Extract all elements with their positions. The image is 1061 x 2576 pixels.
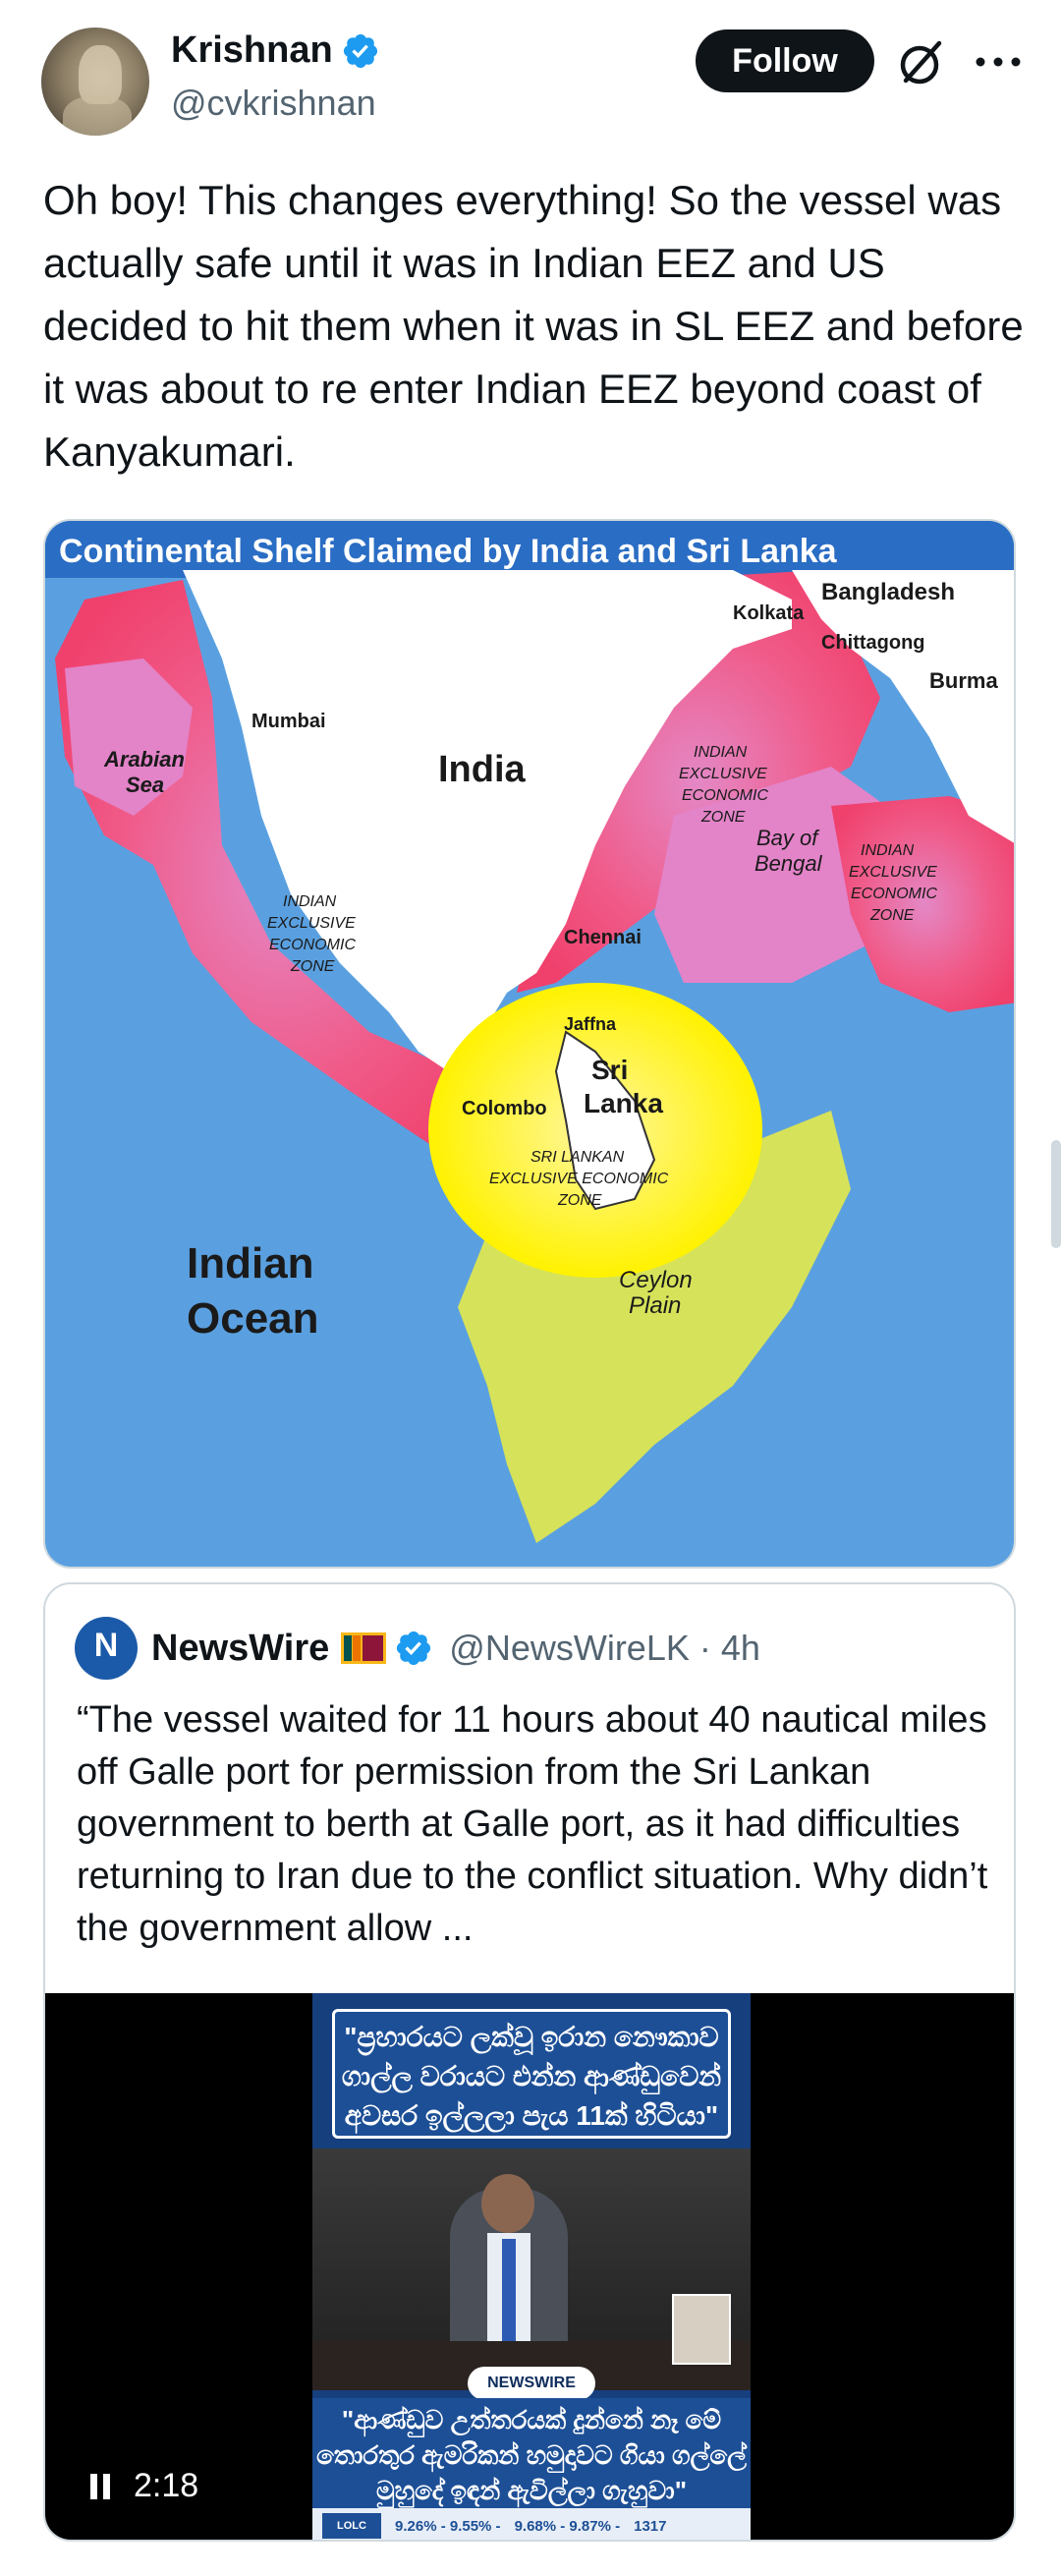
label-eez-far-3: ECONOMIC bbox=[851, 886, 937, 902]
label-arabian-2: Sea bbox=[126, 773, 164, 797]
newswire-avatar[interactable]: N bbox=[75, 1617, 138, 1680]
sign-language-inset bbox=[672, 2294, 731, 2365]
label-eez-far-1: INDIAN bbox=[861, 842, 915, 859]
pause-icon[interactable] bbox=[88, 2472, 112, 2501]
ticker-rate-1: 9.26% - 9.55% - bbox=[395, 2517, 501, 2535]
author-display-name[interactable]: Krishnan bbox=[171, 29, 333, 72]
label-bangladesh: Bangladesh bbox=[821, 579, 955, 605]
label-eez-west-4: ZONE bbox=[290, 958, 335, 975]
label-ceylon-2: Plain bbox=[629, 1292, 681, 1319]
label-arabian-1: Arabian bbox=[103, 747, 185, 772]
scrollbar[interactable] bbox=[1051, 1140, 1061, 1248]
video-caption-top: "ප්‍රහාරයට ලක්වූ ඉරාන නෞකාව ගාල්ල වරායට … bbox=[332, 2009, 731, 2139]
follow-button[interactable]: Follow bbox=[696, 29, 874, 92]
label-sl-eez-2: EXCLUSIVE ECONOMIC bbox=[489, 1171, 669, 1187]
label-jaffna: Jaffna bbox=[564, 1014, 617, 1034]
ticker-rate-2: 9.68% - 9.87% - bbox=[514, 2517, 621, 2535]
video-caption-bottom: "ආණ්ඩුව උත්තරයක් දුන්නේ නෑ මේ තොරතුර ඇමර… bbox=[312, 2398, 751, 2508]
video-duration: 2:18 bbox=[134, 2467, 199, 2504]
label-mumbai: Mumbai bbox=[251, 711, 326, 732]
label-sri: Sri bbox=[591, 1055, 628, 1085]
tweet-image-map[interactable]: Continental Shelf Claimed by India and S… bbox=[43, 519, 1016, 1569]
label-ceylon-1: Ceylon bbox=[619, 1267, 693, 1293]
label-eez-east-3: ECONOMIC bbox=[682, 787, 768, 804]
author-handle[interactable]: @cvkrishnan bbox=[171, 83, 376, 124]
quoted-author-handle[interactable]: @NewsWireLK bbox=[449, 1628, 690, 1669]
label-ocean-2: Ocean bbox=[187, 1294, 319, 1343]
grok-icon[interactable] bbox=[896, 35, 949, 88]
author-avatar[interactable] bbox=[41, 28, 149, 136]
label-sl-eez-1: SRI LANKAN bbox=[530, 1149, 625, 1166]
label-eez-far-2: EXCLUSIVE bbox=[849, 864, 937, 881]
quoted-timestamp[interactable]: 4h bbox=[721, 1628, 760, 1669]
label-india: India bbox=[438, 749, 527, 790]
label-bay-1: Bay of bbox=[756, 826, 820, 850]
tweet-header: Krishnan @cvkrishnan Follow bbox=[0, 0, 1061, 138]
label-eez-west-1: INDIAN bbox=[283, 893, 337, 910]
label-lanka: Lanka bbox=[584, 1088, 663, 1118]
video-ticker: LOLC FINANCE 9.26% - 9.55% - 9.68% - 9.8… bbox=[312, 2508, 751, 2540]
label-eez-east-4: ZONE bbox=[700, 809, 746, 826]
newswire-logo: NEWSWIRE bbox=[468, 2367, 595, 2400]
author-name-row: Krishnan bbox=[171, 29, 380, 72]
label-kolkata: Kolkata bbox=[733, 602, 805, 624]
label-colombo: Colombo bbox=[462, 1098, 547, 1119]
verified-badge-icon bbox=[397, 1631, 431, 1666]
label-eez-east-2: EXCLUSIVE bbox=[679, 766, 767, 782]
label-eez-west-3: ECONOMIC bbox=[269, 937, 356, 953]
map-title: Continental Shelf Claimed by India and S… bbox=[59, 533, 838, 570]
verified-badge-icon bbox=[343, 33, 377, 68]
label-ocean-1: Indian bbox=[187, 1239, 314, 1288]
separator-dot: · bbox=[698, 1628, 711, 1668]
video-scene bbox=[312, 2148, 751, 2390]
quoted-tweet-card[interactable]: N NewsWire @NewsWireLK · 4h “The vessel … bbox=[43, 1582, 1016, 2542]
quoted-author-name[interactable]: NewsWire bbox=[151, 1628, 329, 1670]
label-eez-far-4: ZONE bbox=[869, 907, 915, 924]
video-player[interactable]: "ප්‍රහාරයට ලක්වූ ඉරාන නෞකාව ගාල්ල වරායට … bbox=[45, 1993, 1014, 2540]
ticker-hotline: 1317 bbox=[634, 2517, 667, 2535]
label-eez-west-2: EXCLUSIVE bbox=[267, 915, 356, 932]
continental-shelf-map: Continental Shelf Claimed by India and S… bbox=[45, 521, 1014, 1567]
label-burma: Burma bbox=[929, 668, 998, 693]
label-bay-2: Bengal bbox=[754, 851, 823, 876]
label-chennai: Chennai bbox=[564, 927, 642, 948]
video-frame: "ප්‍රහාරයට ලක්වූ ඉරාන නෞකාව ගාල්ල වරායට … bbox=[312, 1993, 751, 2540]
label-sl-eez-3: ZONE bbox=[557, 1192, 602, 1209]
video-controls[interactable]: 2:18 bbox=[88, 2467, 198, 2505]
label-eez-east-1: INDIAN bbox=[694, 744, 748, 761]
label-chittagong: Chittagong bbox=[821, 632, 925, 654]
quoted-tweet-header: N NewsWire @NewsWireLK · 4h bbox=[75, 1616, 760, 1681]
ticker-brand: LOLC FINANCE bbox=[322, 2513, 381, 2539]
quoted-tweet-text: “The vessel waited for 11 hours about 40… bbox=[77, 1699, 988, 1949]
sri-lanka-flag-icon bbox=[341, 1632, 387, 1664]
more-icon[interactable] bbox=[969, 35, 1028, 88]
tweet-text: Oh boy! This changes everything! So the … bbox=[43, 177, 1024, 475]
